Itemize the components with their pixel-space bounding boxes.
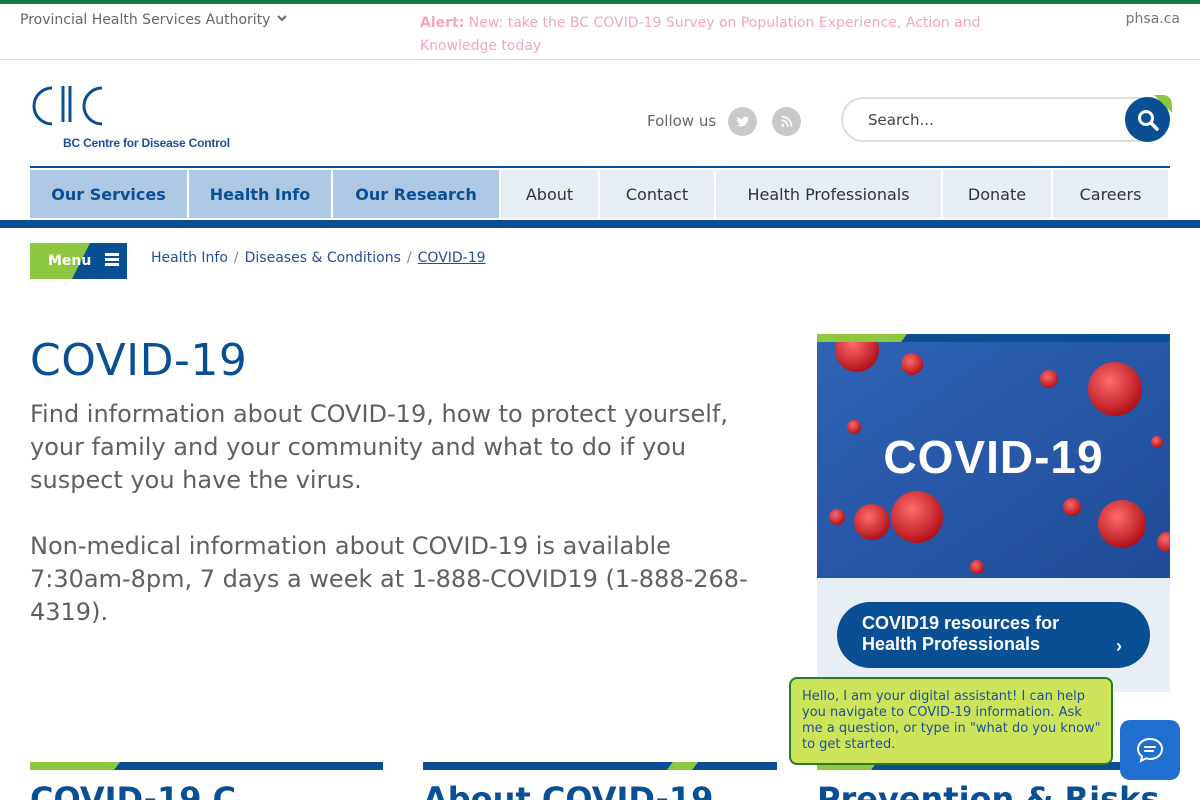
menu-label: Menu xyxy=(48,253,92,269)
promo-button-label: COVID19 resources for Health Professiona… xyxy=(862,613,1060,654)
nav-bottom-bar xyxy=(0,220,1200,228)
card-stripe xyxy=(30,762,383,770)
breadcrumb-separator: / xyxy=(406,250,412,266)
chat-greeting-bubble[interactable]: Hello, I am your digital assistant! I ca… xyxy=(789,677,1113,765)
follow-us-label: Follow us xyxy=(647,112,717,130)
alert-text: New: take the BC COVID-19 Survey on Popu… xyxy=(420,15,981,54)
alert-prefix: Alert: xyxy=(420,15,465,31)
chevron-right-icon: › xyxy=(1116,636,1122,656)
rss-icon[interactable] xyxy=(772,107,801,136)
search-button[interactable] xyxy=(1125,97,1170,142)
chat-icon xyxy=(1136,737,1164,763)
hamburger-icon xyxy=(105,252,120,270)
org-dropdown[interactable]: Provincial Health Services Authority xyxy=(20,12,288,28)
nav-careers[interactable]: Careers xyxy=(1053,170,1168,218)
card-title-2[interactable]: About COVID-19 xyxy=(423,780,713,800)
card-title-1[interactable]: COVID-19 C xyxy=(30,780,236,800)
org-label: Provincial Health Services Authority xyxy=(20,12,271,28)
phsa-link[interactable]: phsa.ca xyxy=(1126,11,1180,27)
search-form xyxy=(841,97,1170,142)
promo-card: COVID-19 COVID19 resources for Health Pr… xyxy=(817,334,1170,692)
breadcrumb-diseases-conditions[interactable]: Diseases & Conditions xyxy=(245,250,401,266)
alert-banner[interactable]: Alert: New: take the BC COVID-19 Survey … xyxy=(420,12,1010,58)
menu-button[interactable]: Menu xyxy=(30,243,127,279)
breadcrumb: Health Info / Diseases & Conditions / CO… xyxy=(151,250,486,266)
breadcrumb-separator: / xyxy=(233,250,239,266)
nav-donate[interactable]: Donate xyxy=(943,170,1051,218)
nav-health-info[interactable]: Health Info xyxy=(189,170,331,218)
main-nav: Our Services Health Info Our Research Ab… xyxy=(30,170,1168,218)
covid-image-text: COVID-19 xyxy=(883,431,1104,483)
chat-launcher-button[interactable] xyxy=(1120,720,1180,780)
promo-stripe xyxy=(817,334,1170,342)
nav-our-research[interactable]: Our Research xyxy=(333,170,499,218)
logo-mark xyxy=(32,86,103,126)
nav-contact[interactable]: Contact xyxy=(600,170,714,218)
intro-paragraph: Find information about COVID-19, how to … xyxy=(30,400,729,494)
logo-text: BC Centre for Disease Control xyxy=(63,136,230,150)
search-input[interactable] xyxy=(841,97,1141,142)
page-title: COVID-19 xyxy=(30,335,248,386)
card-title-3[interactable]: Prevention & Risks xyxy=(817,780,1159,800)
nav-our-services[interactable]: Our Services xyxy=(30,170,187,218)
health-professionals-resources-button[interactable]: COVID19 resources for Health Professiona… xyxy=(837,602,1150,668)
info-paragraph: Non-medical information about COVID-19 i… xyxy=(30,532,748,626)
breadcrumb-covid19[interactable]: COVID-19 xyxy=(418,250,486,266)
search-icon xyxy=(1137,109,1159,131)
nav-health-professionals[interactable]: Health Professionals xyxy=(716,170,941,218)
nav-about[interactable]: About xyxy=(501,170,598,218)
nav-top-line xyxy=(30,166,1170,168)
twitter-icon[interactable] xyxy=(728,107,757,136)
chevron-down-icon xyxy=(276,12,288,28)
covid-hero-image[interactable]: COVID-19 xyxy=(817,342,1170,578)
utility-bar: Provincial Health Services Authority Ale… xyxy=(0,4,1200,60)
breadcrumb-health-info[interactable]: Health Info xyxy=(151,250,228,266)
card-stripe xyxy=(423,762,777,770)
